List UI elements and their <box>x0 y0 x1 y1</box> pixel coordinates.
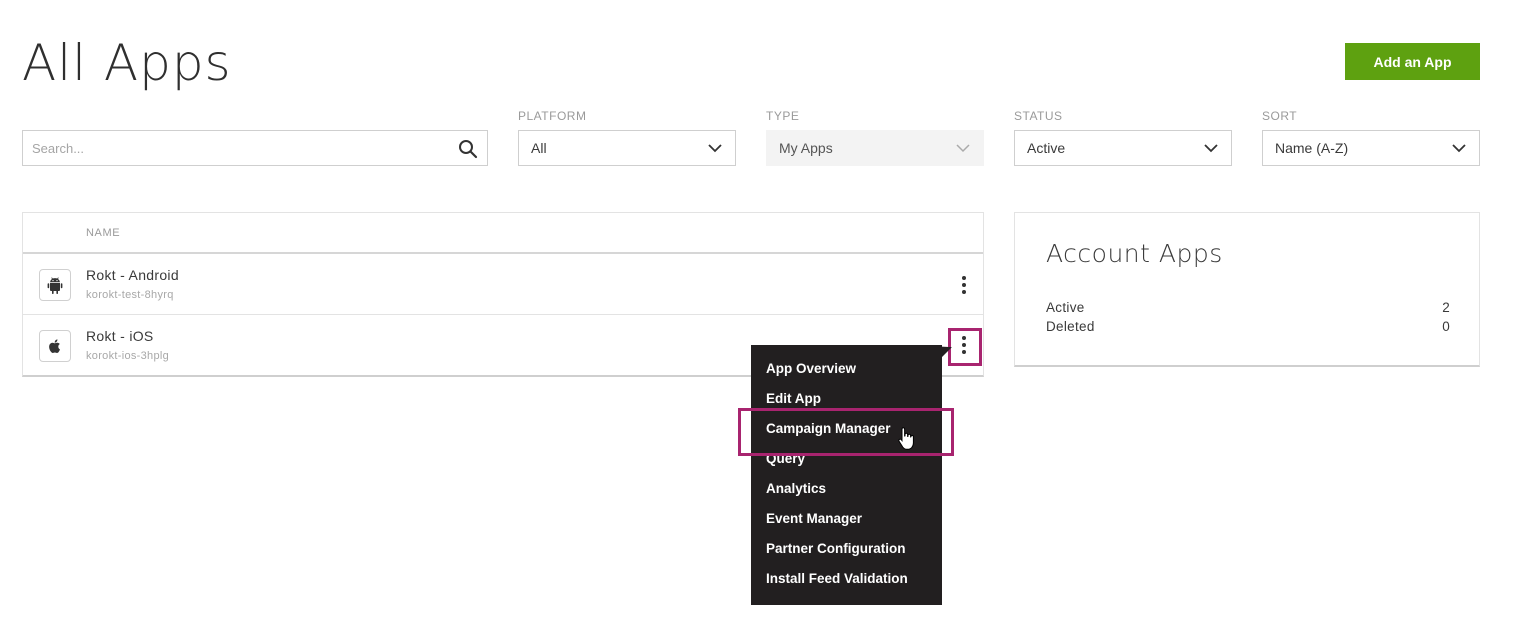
sort-label: SORT <box>1262 109 1298 123</box>
type-value: My Apps <box>779 140 833 156</box>
type-label: TYPE <box>766 109 800 123</box>
app-id: korokt-ios-3hplg <box>86 350 170 362</box>
search-icon[interactable] <box>458 139 478 159</box>
status-value: Active <box>1027 140 1066 156</box>
kebab-highlight <box>948 328 982 366</box>
table-row[interactable]: Rokt - Android korokt-test-8hyrq <box>23 254 983 315</box>
chevron-down-icon <box>956 144 970 153</box>
stat-value: 0 <box>1442 319 1450 334</box>
menu-item-event-manager[interactable]: Event Manager <box>751 509 942 539</box>
sort-select[interactable]: Name (A-Z) <box>1262 130 1480 166</box>
status-label: STATUS <box>1014 109 1063 123</box>
platform-label: PLATFORM <box>518 109 587 123</box>
search-field[interactable] <box>22 130 488 166</box>
menu-item-partner-configuration[interactable]: Partner Configuration <box>751 539 942 569</box>
menu-item-analytics[interactable]: Analytics <box>751 479 942 509</box>
chevron-down-icon <box>1452 144 1466 153</box>
type-select[interactable]: My Apps <box>766 130 984 166</box>
column-header-name: NAME <box>86 227 121 239</box>
app-name[interactable]: Rokt - iOS <box>86 328 154 344</box>
menu-item-install-feed-validation[interactable]: Install Feed Validation <box>751 569 942 599</box>
menu-item-app-overview[interactable]: App Overview <box>751 359 942 389</box>
search-input[interactable] <box>23 131 443 165</box>
stat-value: 2 <box>1442 300 1450 315</box>
context-menu: App Overview Edit App Campaign Manager Q… <box>751 345 942 605</box>
chevron-down-icon <box>1204 144 1218 153</box>
android-icon <box>39 269 71 301</box>
status-select[interactable]: Active <box>1014 130 1232 166</box>
platform-value: All <box>531 140 547 156</box>
stat-label: Deleted <box>1046 319 1095 334</box>
account-apps-title: Account Apps <box>1046 239 1223 268</box>
hand-cursor-icon <box>898 427 914 450</box>
more-options-icon[interactable] <box>954 271 974 299</box>
stat-deleted: Deleted 0 <box>1046 319 1450 334</box>
sort-value: Name (A-Z) <box>1275 140 1349 156</box>
stat-label: Active <box>1046 300 1085 315</box>
platform-select[interactable]: All <box>518 130 736 166</box>
menu-item-highlight <box>738 408 954 456</box>
add-app-button[interactable]: Add an App <box>1345 43 1480 80</box>
apple-icon <box>39 330 71 362</box>
app-name[interactable]: Rokt - Android <box>86 267 179 283</box>
page-title: All Apps <box>22 34 232 92</box>
chevron-down-icon <box>708 144 722 153</box>
app-id: korokt-test-8hyrq <box>86 289 174 301</box>
account-apps-panel: Account Apps Active 2 Deleted 0 <box>1014 212 1480 367</box>
stat-active: Active 2 <box>1046 300 1450 315</box>
